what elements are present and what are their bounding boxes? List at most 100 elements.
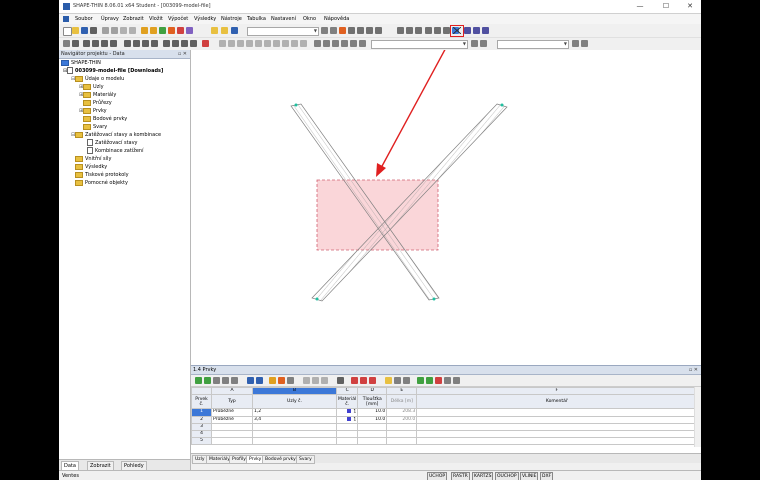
tree-item-zatezovaci-stavy[interactable]: Zatěžovací stavy <box>83 139 138 147</box>
section-element-icon[interactable] <box>110 40 117 47</box>
info-icon[interactable] <box>190 40 197 47</box>
tree-item-bodove-prvky[interactable]: Bodové prvky <box>79 115 127 123</box>
cell-komentar[interactable] <box>416 408 698 417</box>
weld-icon[interactable] <box>101 40 108 47</box>
cell-komentar[interactable] <box>416 415 698 424</box>
table-row[interactable]: 5 <box>191 437 698 445</box>
table-tool-15-icon[interactable] <box>351 377 358 384</box>
row-number[interactable]: 3 <box>191 423 212 431</box>
tree-item-udaje[interactable]: ⊟ Údaje o modelu <box>71 75 124 83</box>
guide-icon[interactable] <box>350 40 357 47</box>
menu-vysledky[interactable]: Výsledky <box>194 16 216 22</box>
dim-8-icon[interactable] <box>282 40 289 47</box>
graphics-icon[interactable] <box>177 27 184 34</box>
row-number[interactable]: 4 <box>191 430 212 438</box>
tab-bodove-prvky[interactable]: Bodové prvky <box>262 455 299 464</box>
save-icon[interactable] <box>81 27 88 34</box>
view-iso-icon[interactable] <box>397 27 404 34</box>
tree-item-pomocne-objekty[interactable]: Pomocné objekty <box>71 179 128 187</box>
menu-nastroje[interactable]: Nástroje <box>221 16 242 22</box>
settings-icon[interactable] <box>464 27 471 34</box>
menu-vypocet[interactable]: Výpočet <box>168 16 188 22</box>
node-4[interactable] <box>315 297 319 301</box>
move-icon[interactable] <box>124 40 131 47</box>
panel-icon[interactable] <box>211 27 218 34</box>
menu-tabulka[interactable]: Tabulka <box>247 16 266 22</box>
menu-zobrazit[interactable]: Zobrazit <box>123 16 144 22</box>
menu-soubor[interactable]: Soubor <box>75 16 93 22</box>
row-number[interactable]: 1 <box>191 408 212 417</box>
table-tool-13-icon[interactable] <box>321 377 328 384</box>
snap-icon[interactable] <box>323 40 330 47</box>
next-view-icon[interactable] <box>480 40 487 47</box>
options-icon[interactable] <box>482 27 489 34</box>
status-rastr-button[interactable]: RASTR <box>451 472 470 480</box>
col-letter-d[interactable]: D <box>357 387 388 395</box>
prev-icon[interactable] <box>321 27 328 34</box>
status-dxf-button[interactable]: DXF <box>540 472 554 480</box>
tree-item-svary[interactable]: Svary <box>79 123 107 131</box>
table-row[interactable]: 1 Průběžné 1,2 1 10.0 208.3 <box>191 408 698 417</box>
tree-item-materialy[interactable]: ⊞ Materiály <box>79 91 116 99</box>
table-tool-19-icon[interactable] <box>394 377 401 384</box>
tree-item-prurezy[interactable]: Průřezy <box>79 99 112 107</box>
divide-icon[interactable] <box>163 40 170 47</box>
navigator-controls[interactable]: ▫ ✕ <box>178 51 187 57</box>
tree-root[interactable]: SHAPE-THIN <box>61 59 101 67</box>
zoom-icon[interactable] <box>425 27 432 34</box>
undo-icon[interactable] <box>120 27 127 34</box>
section-icon[interactable] <box>375 27 382 34</box>
menu-okno[interactable]: Okno <box>303 16 316 22</box>
close-button[interactable]: ✕ <box>679 1 701 12</box>
table-tool-4-icon[interactable] <box>222 377 229 384</box>
table-tool-20-icon[interactable] <box>403 377 410 384</box>
table-tool-18-icon[interactable] <box>385 377 392 384</box>
cell-typ[interactable] <box>211 430 253 438</box>
pan-icon[interactable] <box>443 27 450 34</box>
cell-material[interactable]: 1 <box>335 408 359 417</box>
table-icon[interactable] <box>186 27 193 34</box>
pointer-icon[interactable] <box>63 40 70 47</box>
table-tool-16-icon[interactable] <box>360 377 367 384</box>
tab-svary[interactable]: Svary <box>296 455 315 464</box>
menu-nastaveni[interactable]: Nastavení <box>271 16 296 22</box>
node-2[interactable] <box>432 297 436 301</box>
table-controls[interactable]: ▫ ✕ <box>689 367 698 373</box>
tree-item-prvky[interactable]: ⊞ Prvky <box>79 107 107 115</box>
row-number[interactable]: 2 <box>191 415 212 424</box>
cell-material[interactable] <box>335 430 359 438</box>
new-file-icon[interactable] <box>63 27 72 36</box>
col-letter-c[interactable]: C <box>335 387 359 395</box>
paste-icon[interactable] <box>111 27 118 34</box>
dim-2-icon[interactable] <box>228 40 235 47</box>
calculate-icon[interactable] <box>141 27 148 34</box>
cell-uzly[interactable] <box>252 423 337 431</box>
tree-item-tiskove-protokoly[interactable]: Tiskové protokoly <box>71 171 129 179</box>
col-letter-e[interactable]: E <box>386 387 418 395</box>
cell-tloustka[interactable] <box>357 437 388 445</box>
tree-item-uzly[interactable]: ⊞ Uzly <box>79 83 104 91</box>
view-top-icon[interactable] <box>406 27 413 34</box>
col-letter-f[interactable]: F <box>416 387 698 395</box>
tree-item-vysledky[interactable]: Výsledky <box>71 163 107 171</box>
table-tool-21-icon[interactable] <box>417 377 424 384</box>
stress-icon[interactable] <box>366 27 373 34</box>
cell-tloustka[interactable]: 10.0 <box>357 415 388 424</box>
rotate-icon[interactable] <box>133 40 140 47</box>
col-letter-a[interactable]: A <box>211 387 253 395</box>
cell-typ[interactable] <box>211 423 253 431</box>
node-icon[interactable] <box>72 40 79 47</box>
filter-next-icon[interactable] <box>581 40 588 47</box>
table-tool-8-icon[interactable] <box>269 377 276 384</box>
table-tool-17-icon[interactable] <box>369 377 376 384</box>
display-icon[interactable] <box>231 27 238 34</box>
model-canvas[interactable] <box>191 50 701 365</box>
ortho-icon[interactable] <box>332 40 339 47</box>
report-icon[interactable] <box>168 27 175 34</box>
table-tool-3-icon[interactable] <box>213 377 220 384</box>
cell-typ[interactable]: Průběžné <box>211 415 253 424</box>
table-tool-1-icon[interactable] <box>195 377 202 384</box>
cell-uzly[interactable] <box>252 430 337 438</box>
dim-9-icon[interactable] <box>291 40 298 47</box>
status-uchop-button[interactable]: UCHOP <box>427 472 448 480</box>
